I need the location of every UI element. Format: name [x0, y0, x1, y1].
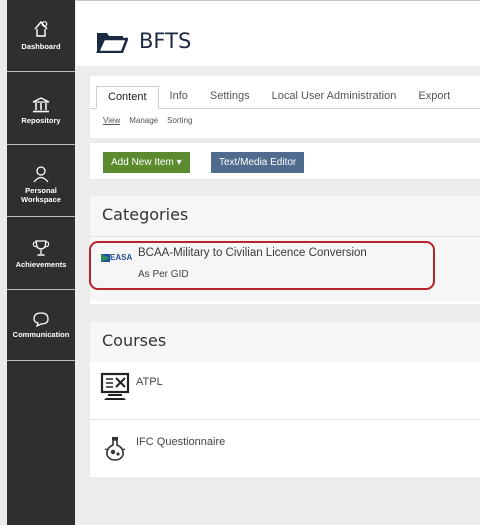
toolbar: Add New Item ▾ Text/Media Editor [90, 143, 480, 179]
tab-local-user-administration[interactable]: Local User Administration [261, 86, 408, 107]
tab-settings[interactable]: Settings [199, 86, 261, 107]
subtab-view[interactable]: View [103, 116, 120, 125]
section-title: Courses [102, 331, 167, 350]
category-description: As Per GID [138, 269, 189, 280]
person-icon [33, 166, 49, 183]
sidebar-item-personal-workspace[interactable]: Personal Workspace [7, 164, 75, 204]
sidebar-item-label: Dashboard [21, 42, 61, 51]
list-item[interactable]: IFC Questionnaire [90, 420, 480, 477]
sidebar-item-dashboard[interactable]: Dashboard [7, 18, 75, 51]
subtab-manage[interactable]: Manage [129, 116, 158, 125]
sidebar-divider [7, 216, 75, 217]
tab-navigation: Content Info Settings Local User Adminis… [90, 76, 480, 138]
course-title-link[interactable]: ATPL [136, 376, 163, 388]
folder-open-icon [96, 33, 128, 53]
bank-icon [32, 97, 50, 113]
course-title-link[interactable]: IFC Questionnaire [136, 436, 225, 448]
dashboard-icon [34, 20, 48, 37]
category-title-link[interactable]: BCAA-Military to Civilian Licence Conver… [138, 247, 367, 259]
flask-icon [104, 437, 126, 461]
easa-logo: EASA [101, 253, 132, 262]
sidebar-item-label: Personal Workspace [21, 186, 61, 204]
categories-section: Categories EASA BCAA-Military to Civilia… [89, 196, 480, 304]
sidebar-item-repository[interactable]: Repository [7, 96, 75, 125]
add-new-item-button[interactable]: Add New Item ▾ [103, 152, 190, 173]
sidebar-divider [7, 289, 75, 290]
chat-icon [33, 312, 49, 328]
text-media-editor-button[interactable]: Text/Media Editor [211, 152, 305, 173]
sidebar-item-label: Communication [12, 330, 70, 339]
sidebar-item-label: Repository [21, 116, 61, 125]
page-title: BFTS [139, 29, 192, 53]
section-title: Categories [102, 205, 189, 224]
tab-bar: Content Info Settings Local User Adminis… [90, 86, 461, 109]
sidebar-item-communication[interactable]: Communication [7, 310, 75, 339]
subtab-sorting[interactable]: Sorting [167, 116, 192, 125]
easa-flag-icon [101, 253, 110, 262]
main-content: BFTS Content Info Settings Local User Ad… [76, 0, 480, 525]
sidebar-item-achievements[interactable]: Achievements [7, 238, 75, 269]
courses-section: Courses ATPL IFC Questionnaire [90, 322, 480, 477]
sidebar-item-label: Achievements [15, 260, 67, 269]
sidebar-divider [7, 71, 75, 72]
category-item[interactable]: EASA BCAA-Military to Civilian Licence C… [89, 237, 480, 301]
left-sidebar: Dashboard Repository Personal Workspace … [7, 0, 75, 525]
tab-export[interactable]: Export [407, 86, 461, 107]
easa-logo-text: EASA [110, 253, 133, 262]
section-header: Courses [90, 322, 480, 363]
trophy-icon [32, 240, 50, 256]
sidebar-divider [7, 144, 75, 145]
tab-info[interactable]: Info [159, 86, 199, 107]
section-header: Categories [90, 196, 480, 237]
list-item[interactable]: ATPL [90, 362, 480, 420]
subtab-bar: View Manage Sorting [103, 116, 192, 125]
tab-content[interactable]: Content [96, 86, 159, 109]
course-computer-icon [100, 372, 130, 400]
sidebar-divider [7, 360, 75, 361]
page-header: BFTS [76, 0, 480, 66]
